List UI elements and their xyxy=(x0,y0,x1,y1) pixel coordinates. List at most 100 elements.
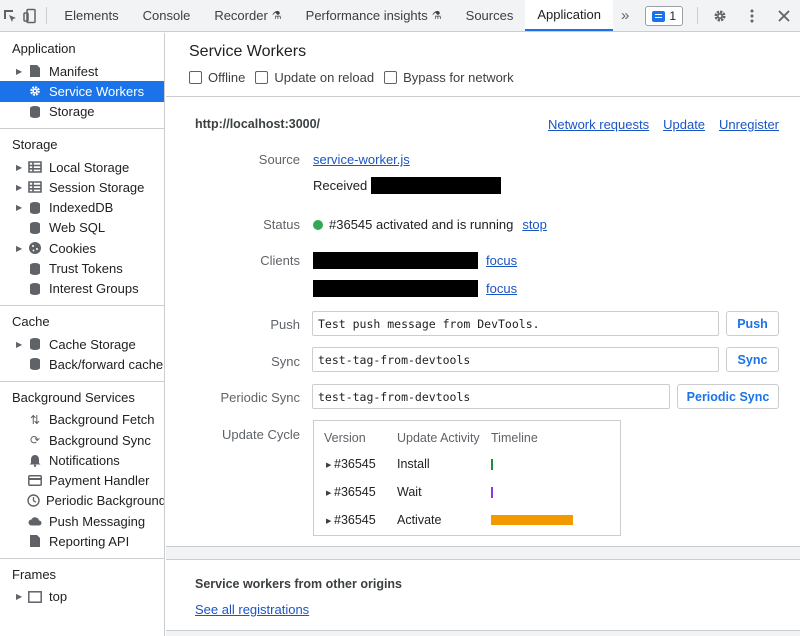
expand-arrow-icon[interactable]: ▶ xyxy=(326,517,331,525)
sync-button[interactable]: Sync xyxy=(726,347,779,372)
focus-link[interactable]: focus xyxy=(486,281,517,296)
checkbox-label: Update on reload xyxy=(274,70,375,85)
tab-label: Console xyxy=(142,8,191,23)
sidebar-header: Frames xyxy=(12,566,57,582)
push-button[interactable]: Push xyxy=(726,311,779,336)
database-icon xyxy=(27,281,43,297)
sidebar-item-cache-storage[interactable]: ▶ Cache Storage xyxy=(0,334,164,354)
source-label: Source xyxy=(258,152,300,167)
issues-count: 1 xyxy=(669,9,676,23)
tab-performance-insights[interactable]: Performance insights ⚗ xyxy=(294,0,454,31)
sidebar-item-indexeddb[interactable]: ▶ IndexedDB xyxy=(0,197,164,217)
table-row[interactable]: ▶ #36545 Wait xyxy=(314,485,620,505)
sidebar-item-local-storage[interactable]: ▶ Local Storage xyxy=(0,157,164,177)
sidebar-item-top-frame[interactable]: ▶ top xyxy=(0,587,164,607)
sync-tag-input[interactable]: test-tag-from-devtools xyxy=(312,347,719,372)
network-requests-link[interactable]: Network requests xyxy=(548,117,649,132)
sidebar-item-interest-groups[interactable]: Interest Groups xyxy=(0,279,164,299)
sidebar-item-trust-tokens[interactable]: Trust Tokens xyxy=(0,258,164,278)
status-value: #36545 activated and is running stop xyxy=(313,217,547,232)
expand-arrow-icon[interactable]: ▶ xyxy=(16,244,27,253)
sidebar-item-manifest[interactable]: ▶ Manifest xyxy=(0,61,164,81)
timeline-bar xyxy=(491,515,573,525)
expand-arrow-icon[interactable]: ▶ xyxy=(326,461,331,469)
received-label: Received xyxy=(313,178,368,193)
more-tabs-button[interactable]: » xyxy=(613,0,637,31)
sidebar-item-session-storage[interactable]: ▶ Session Storage xyxy=(0,177,164,197)
device-toolbar-icon[interactable] xyxy=(20,0,40,31)
document-icon xyxy=(27,533,43,549)
sidebar-item-label: Back/forward cache xyxy=(49,356,164,372)
issues-counter-button[interactable]: 1 xyxy=(645,6,683,26)
sidebar-item-back-forward-cache[interactable]: Back/forward cache xyxy=(0,354,164,374)
update-link[interactable]: Update xyxy=(663,117,705,132)
tab-label: Performance insights xyxy=(305,8,428,23)
kebab-menu-icon[interactable] xyxy=(736,0,768,31)
tab-recorder[interactable]: Recorder ⚗ xyxy=(202,0,293,31)
sidebar-item-background-fetch[interactable]: ⇅ Background Fetch xyxy=(0,410,164,430)
source-file-link[interactable]: service-worker.js xyxy=(313,152,410,167)
options-row: Offline Update on reload Bypass for netw… xyxy=(189,70,777,85)
checkbox-box[interactable] xyxy=(255,71,269,84)
tab-elements[interactable]: Elements xyxy=(52,0,130,31)
service-worker-registration: http://localhost:3000/ Network requests … xyxy=(166,97,800,560)
expand-arrow-icon[interactable]: ▶ xyxy=(16,67,27,76)
tab-sources[interactable]: Sources xyxy=(454,0,526,31)
expand-arrow-icon[interactable]: ▶ xyxy=(16,592,27,601)
expand-arrow-icon[interactable]: ▶ xyxy=(16,183,27,192)
sidebar-item-label: IndexedDB xyxy=(49,200,114,216)
gear-icon[interactable] xyxy=(704,0,736,31)
see-all-registrations-row: See all registrations xyxy=(195,602,309,617)
sidebar-item-periodic-background-sync[interactable]: Periodic Background Sync xyxy=(0,491,164,511)
status-text: #36545 activated and is running xyxy=(329,217,514,232)
sidebar-item-payment-handler[interactable]: Payment Handler xyxy=(0,470,164,490)
application-sidebar: Application ▶ Manifest Service Workers St… xyxy=(0,33,165,636)
tab-console[interactable]: Console xyxy=(131,0,203,31)
row-version: #36545 xyxy=(334,485,376,499)
sidebar-item-label: Cookies xyxy=(49,240,96,256)
sync-icon: ⟳ xyxy=(29,433,41,447)
checkbox-box[interactable] xyxy=(384,71,398,84)
table-row[interactable]: ▶ #36545 Install xyxy=(314,457,620,477)
push-message-input[interactable]: Test push message from DevTools. xyxy=(312,311,719,336)
sidebar-item-web-sql[interactable]: Web SQL xyxy=(0,218,164,238)
periodic-sync-button[interactable]: Periodic Sync xyxy=(677,384,779,409)
sidebar-item-storage[interactable]: Storage xyxy=(0,102,164,122)
focus-link[interactable]: focus xyxy=(486,253,517,268)
sidebar-item-label: Web SQL xyxy=(49,220,106,236)
service-workers-panel: Service Workers Offline Update on reload… xyxy=(166,33,800,636)
tab-application[interactable]: Application xyxy=(525,0,613,31)
sidebar-item-label: Storage xyxy=(49,104,95,120)
sidebar-item-push-messaging[interactable]: Push Messaging xyxy=(0,511,164,531)
sidebar-item-notifications[interactable]: Notifications xyxy=(0,450,164,470)
expand-arrow-icon[interactable]: ▶ xyxy=(326,489,331,497)
sidebar-item-background-sync[interactable]: ⟳ Background Sync xyxy=(0,430,164,450)
bypass-for-network-checkbox[interactable]: Bypass for network xyxy=(384,70,514,85)
sync-label: Sync xyxy=(271,354,300,369)
devtools-toolbar: Elements Console Recorder ⚗ Performance i… xyxy=(0,0,800,32)
registration-origin: http://localhost:3000/ xyxy=(195,117,321,131)
expand-arrow-icon[interactable]: ▶ xyxy=(16,340,27,349)
tab-label: Elements xyxy=(64,8,119,23)
table-grid-icon xyxy=(27,159,43,175)
sidebar-item-cookies[interactable]: ▶ Cookies xyxy=(0,238,164,258)
expand-arrow-icon[interactable]: ▶ xyxy=(16,163,27,172)
timeline-bar xyxy=(491,487,493,498)
redacted-block xyxy=(313,252,478,269)
offline-checkbox[interactable]: Offline xyxy=(189,70,245,85)
update-on-reload-checkbox[interactable]: Update on reload xyxy=(255,70,374,85)
sidebar-item-service-workers[interactable]: Service Workers xyxy=(0,81,164,102)
unregister-link[interactable]: Unregister xyxy=(719,117,779,132)
sidebar-item-reporting-api[interactable]: Reporting API xyxy=(0,531,164,551)
inspect-element-icon[interactable] xyxy=(0,0,20,31)
bell-icon xyxy=(27,452,43,468)
periodic-sync-tag-input[interactable]: test-tag-from-devtools xyxy=(312,384,670,409)
close-icon[interactable] xyxy=(768,0,800,31)
column-header-timeline: Timeline xyxy=(491,431,538,445)
experimental-flask-icon: ⚗ xyxy=(271,10,282,22)
checkbox-box[interactable] xyxy=(189,71,202,84)
stop-link[interactable]: stop xyxy=(522,217,547,232)
see-all-registrations-link[interactable]: See all registrations xyxy=(195,602,309,617)
expand-arrow-icon[interactable]: ▶ xyxy=(16,203,27,212)
table-row[interactable]: ▶ #36545 Activate xyxy=(314,513,620,533)
